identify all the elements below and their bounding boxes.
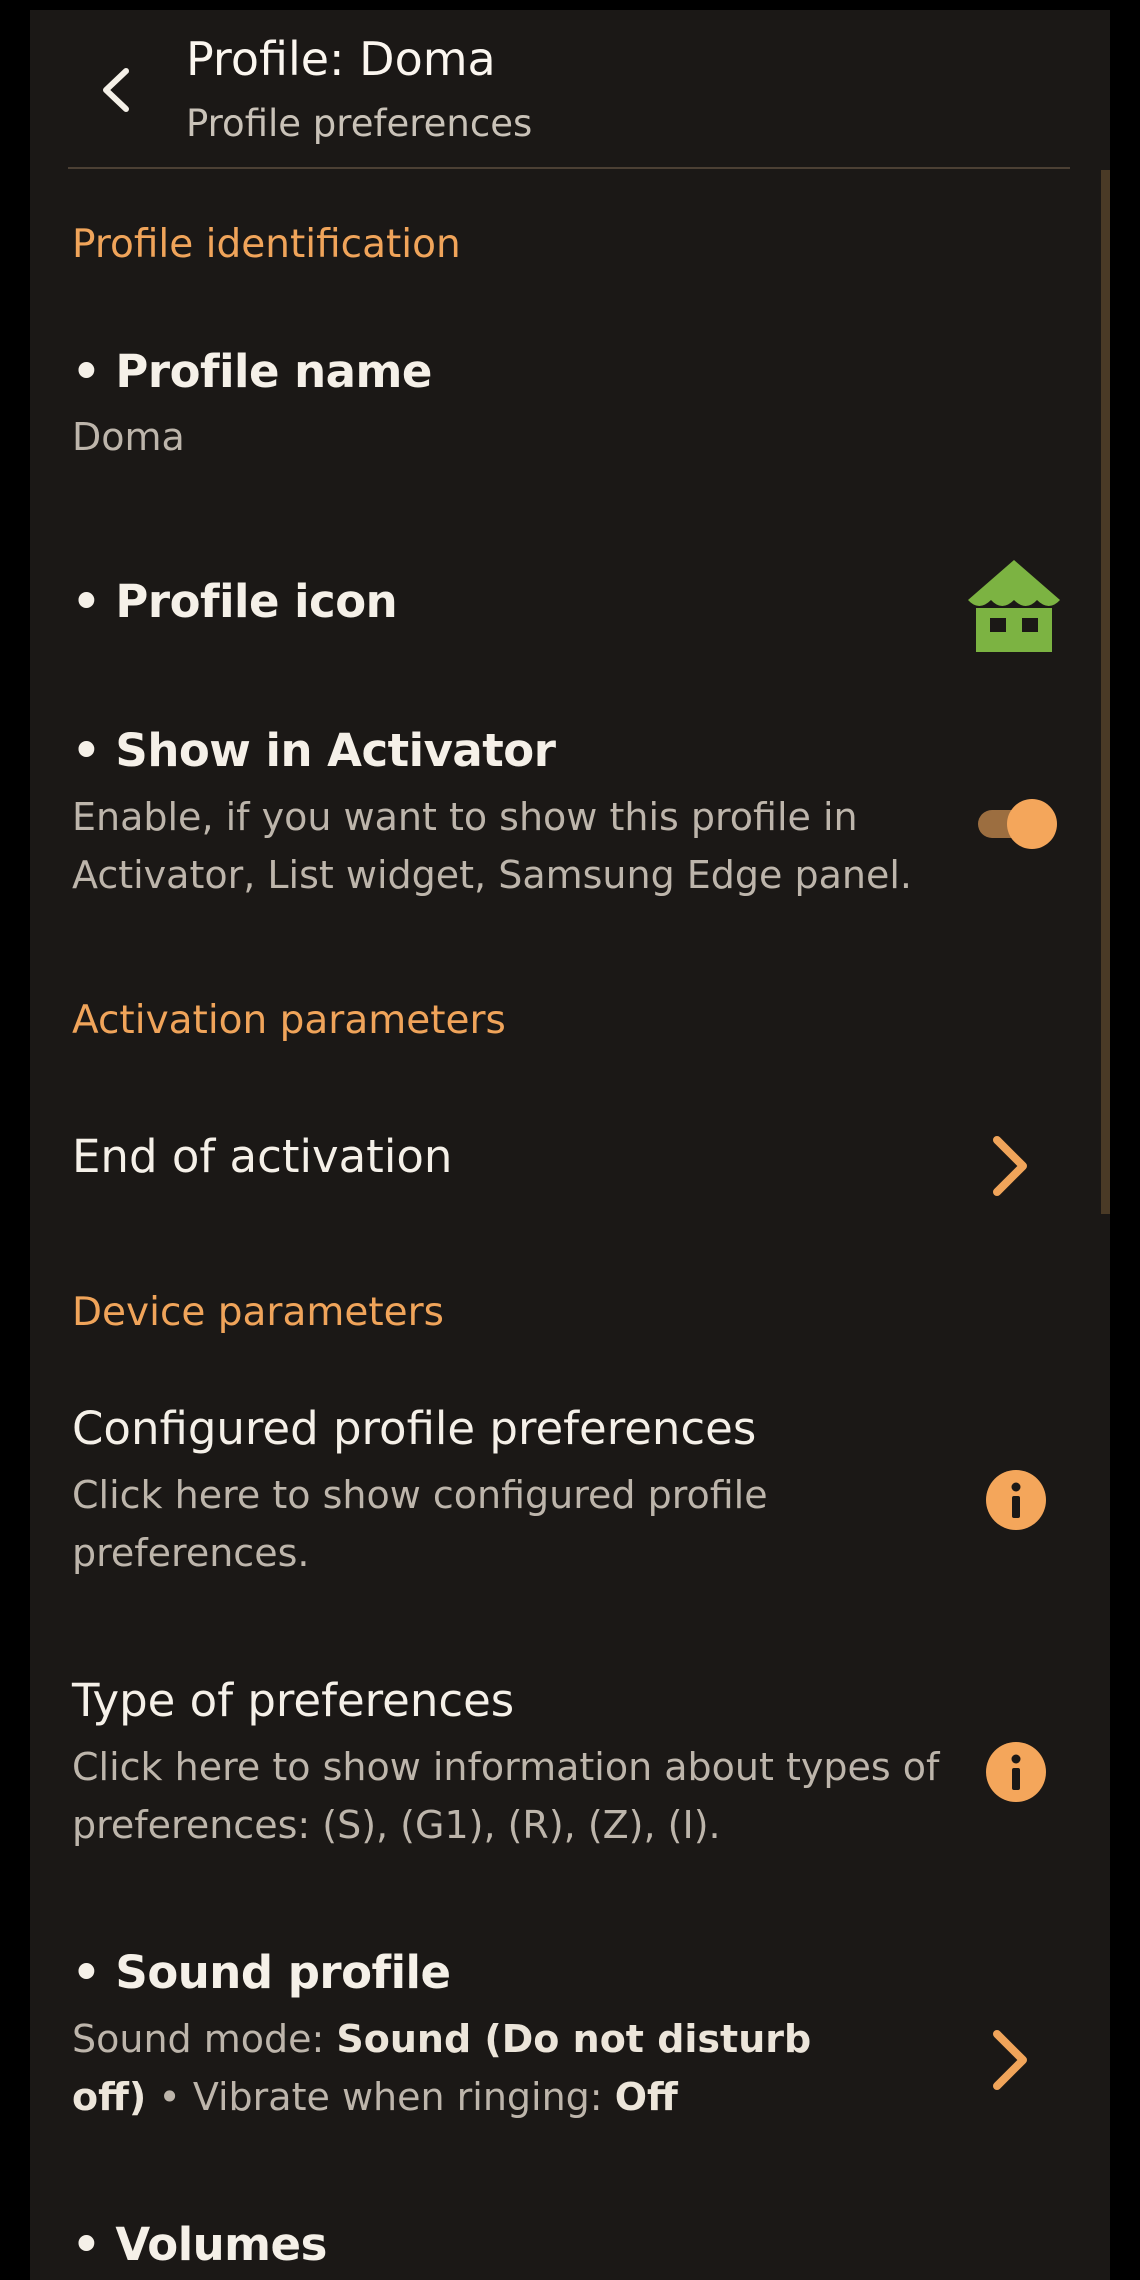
configured-prefs-description: Click here to show configured profile pr… bbox=[72, 1473, 768, 1575]
info-icon bbox=[986, 1470, 1046, 1530]
volumes-title: • Volumes bbox=[72, 2218, 327, 2271]
chevron-right-icon bbox=[993, 1136, 1027, 1196]
type-of-prefs-info[interactable] bbox=[984, 1740, 1048, 1804]
configured-prefs-info[interactable] bbox=[984, 1468, 1048, 1532]
sound-profile-title: • Sound profile bbox=[72, 1946, 451, 1999]
sound-profile-row[interactable]: • Sound profile Sound mode: Sound (Do no… bbox=[30, 1944, 1100, 2154]
vibrate-value: Off bbox=[614, 2075, 678, 2119]
chevron-right-icon bbox=[993, 2030, 1027, 2090]
page-title: Profile: Doma bbox=[186, 32, 496, 86]
show-in-activator-title: • Show in Activator bbox=[72, 724, 556, 777]
volumes-row[interactable]: • Volumes bbox=[30, 2216, 1100, 2280]
settings-screen: Profile: Doma Profile preferences Profil… bbox=[30, 10, 1110, 2280]
profile-icon-row[interactable]: • Profile icon bbox=[30, 530, 1100, 670]
back-button[interactable] bbox=[76, 50, 156, 130]
show-in-activator-toggle[interactable] bbox=[974, 794, 1064, 854]
section-header-identification: Profile identification bbox=[72, 222, 461, 267]
house-icon bbox=[968, 560, 1060, 652]
show-in-activator-description: Enable, if you want to show this profile… bbox=[72, 795, 913, 897]
profile-name-title: • Profile name bbox=[72, 345, 432, 398]
profile-name-row[interactable]: • Profile name Doma bbox=[30, 330, 1100, 480]
type-of-prefs-row[interactable]: Type of preferences Click here to show i… bbox=[30, 1672, 1100, 1882]
type-of-prefs-title: Type of preferences bbox=[72, 1674, 515, 1727]
configured-prefs-row[interactable]: Configured profile preferences Click her… bbox=[30, 1400, 1100, 1610]
page-subtitle: Profile preferences bbox=[186, 102, 533, 145]
end-of-activation-chevron bbox=[980, 1124, 1040, 1208]
summary-separator: • bbox=[146, 2075, 193, 2119]
type-of-prefs-description: Click here to show information about typ… bbox=[72, 1745, 940, 1847]
toggle-switch bbox=[978, 799, 1057, 849]
profile-icon-preview bbox=[964, 556, 1064, 656]
sound-profile-summary: Sound mode: Sound (Do not disturb off) •… bbox=[72, 2010, 892, 2126]
scrollbar[interactable] bbox=[1101, 170, 1110, 1214]
section-header-activation: Activation parameters bbox=[72, 998, 506, 1043]
profile-icon-title: • Profile icon bbox=[72, 575, 398, 628]
sound-profile-chevron bbox=[980, 2018, 1040, 2102]
section-header-device: Device parameters bbox=[72, 1290, 444, 1335]
end-of-activation-row[interactable]: End of activation bbox=[30, 1100, 1100, 1230]
sound-mode-label: Sound mode: bbox=[72, 2017, 337, 2061]
profile-name-value: Doma bbox=[72, 415, 185, 459]
vibrate-label: Vibrate when ringing: bbox=[192, 2075, 615, 2119]
show-in-activator-row[interactable]: • Show in Activator Enable, if you want … bbox=[30, 722, 1100, 922]
back-arrow-icon bbox=[103, 68, 129, 112]
configured-prefs-title: Configured profile preferences bbox=[72, 1402, 757, 1455]
info-icon bbox=[986, 1742, 1046, 1802]
end-of-activation-title: End of activation bbox=[72, 1130, 453, 1183]
header-divider bbox=[68, 167, 1070, 169]
